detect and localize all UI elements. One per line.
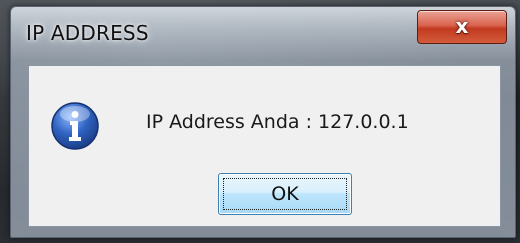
info-icon — [51, 102, 99, 150]
ok-button-label: OK — [271, 183, 299, 205]
close-button[interactable]: x — [417, 10, 507, 44]
message-text: IP Address Anda : 127.0.0.1 — [146, 111, 409, 133]
message-dialog: IP ADDRESS x IP Address Anda : 127.0.0.1… — [10, 6, 516, 238]
close-icon: x — [455, 14, 469, 38]
dialog-body: IP Address Anda : 127.0.0.1 OK — [28, 65, 501, 227]
window-title: IP ADDRESS — [26, 21, 149, 45]
ok-button[interactable]: OK — [218, 173, 352, 215]
title-bar[interactable]: IP ADDRESS x — [11, 7, 515, 63]
